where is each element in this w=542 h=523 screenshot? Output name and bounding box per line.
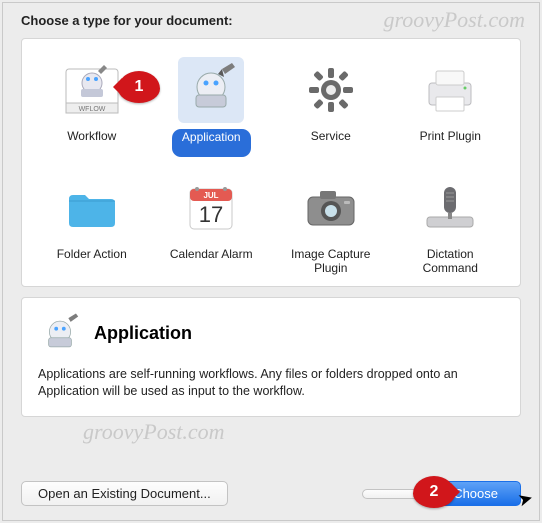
document-type-grid: WFLOW Workflow — [21, 38, 521, 287]
type-label: Print Plugin — [420, 129, 481, 157]
type-label: Image Capture Plugin — [291, 247, 370, 276]
watermark: groovyPost.com — [83, 419, 225, 445]
type-service[interactable]: Service — [271, 57, 391, 157]
image-capture-plugin-icon — [298, 175, 364, 241]
type-image-capture-plugin[interactable]: Image Capture Plugin — [271, 175, 391, 276]
description-panel: Application Applications are self-runnin… — [21, 297, 521, 417]
folder-action-icon — [59, 175, 125, 241]
type-label: Calendar Alarm — [170, 247, 253, 275]
application-icon — [38, 312, 82, 356]
type-folder-action[interactable]: Folder Action — [32, 175, 152, 276]
print-plugin-icon — [417, 57, 483, 123]
type-label: Dictation Command — [423, 247, 478, 276]
svg-text:17: 17 — [199, 202, 223, 227]
type-label: Workflow — [67, 129, 116, 157]
close-button[interactable] — [362, 489, 420, 499]
dialog-header: Choose a type for your document: — [3, 3, 539, 34]
callout-1: 1 — [118, 71, 160, 103]
description-text: Applications are self-running workflows.… — [38, 366, 504, 400]
type-application[interactable]: Application — [152, 57, 272, 157]
automator-template-chooser: groovyPost.com Choose a type for your do… — [2, 2, 540, 521]
description-title: Application — [94, 323, 192, 344]
callout-2: 2 — [413, 476, 455, 508]
type-dictation-command[interactable]: Dictation Command — [391, 175, 511, 276]
svg-text:JUL: JUL — [204, 191, 219, 200]
type-print-plugin[interactable]: Print Plugin — [391, 57, 511, 157]
dictation-command-icon — [417, 175, 483, 241]
open-existing-button[interactable]: Open an Existing Document... — [21, 481, 228, 506]
type-calendar-alarm[interactable]: JUL 17 Calendar Alarm — [152, 175, 272, 276]
application-icon — [178, 57, 244, 123]
type-label: Service — [311, 129, 351, 157]
type-label: Folder Action — [57, 247, 127, 275]
svg-text:WFLOW: WFLOW — [78, 106, 105, 113]
calendar-alarm-icon: JUL 17 — [178, 175, 244, 241]
service-icon — [298, 57, 364, 123]
type-label: Application — [172, 129, 251, 157]
